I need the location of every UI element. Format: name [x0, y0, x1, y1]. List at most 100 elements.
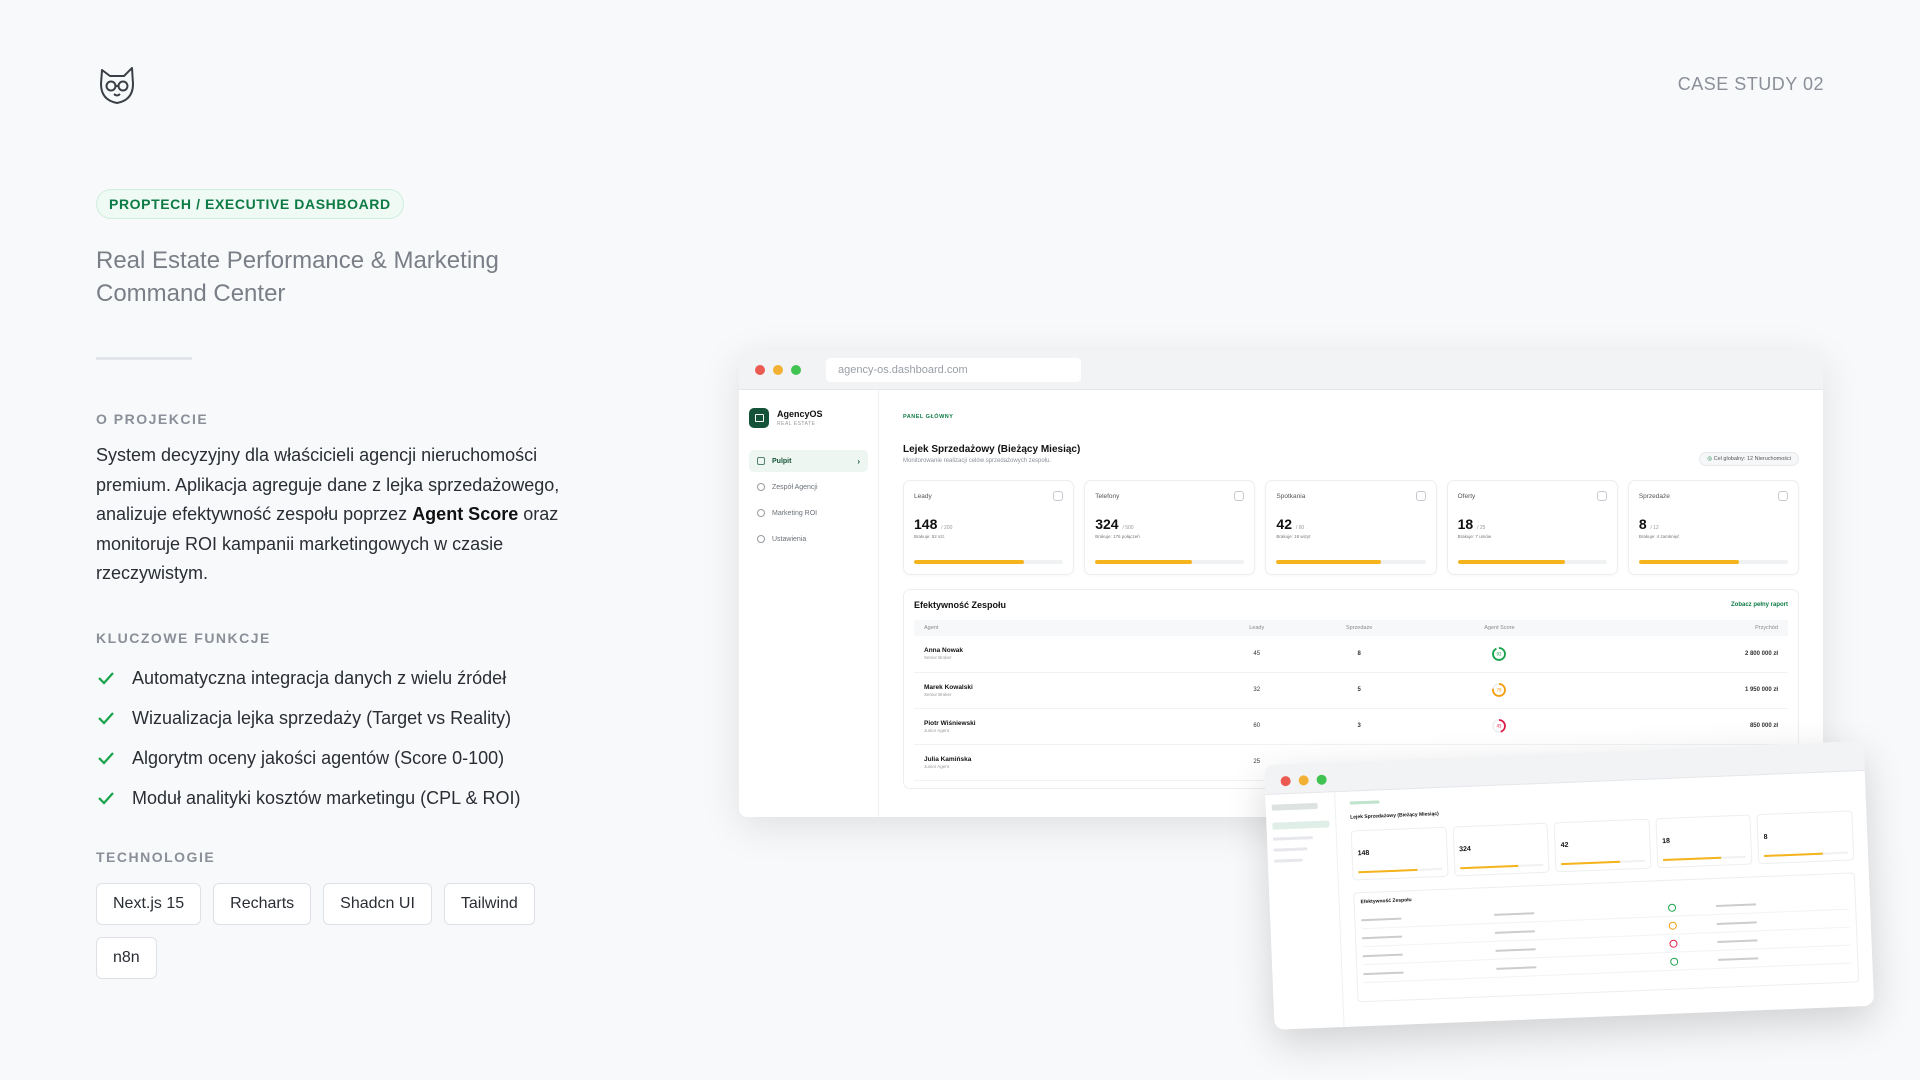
close-dot-icon: [755, 365, 765, 375]
dog-logo-icon: [100, 67, 134, 104]
table-header: Przychód: [1574, 620, 1788, 636]
mini-card: 324: [1452, 822, 1550, 877]
sidebar-item-team: Zespół Agencji: [749, 476, 868, 498]
agent-name: Julia Kamińska: [924, 755, 972, 763]
about-text: System decyzyjny dla właścicieli agencji…: [96, 445, 560, 583]
kpi-value: 42 / 60: [1276, 516, 1305, 532]
table-header: Sprzedaże: [1293, 620, 1425, 636]
full-report-link: Zobacz pełny raport: [1730, 602, 1788, 608]
agent-score-ring: 78: [1492, 683, 1507, 697]
svg-text:92: 92: [1497, 651, 1503, 656]
kpi-progress: [914, 557, 1064, 564]
feature-item: Wizualizacja lejka sprzedaży (Target vs …: [96, 698, 520, 738]
chart-icon: [757, 509, 765, 517]
kpi-icon: [1415, 491, 1426, 501]
agent-score: 45: [1424, 708, 1575, 745]
case-study-label: CASE STUDY 02: [1677, 74, 1824, 94]
table-header: Agent: [914, 620, 1220, 636]
mini-cards: 148 324 42 18 8: [1350, 810, 1855, 881]
agent-score-ring: 45: [1492, 719, 1507, 733]
mini-sidebar: [1265, 792, 1345, 1030]
url-bar: agency-os.dashboard.com: [826, 358, 1081, 382]
divider: [96, 357, 192, 360]
features-list: Automatyczna integracja danych z wielu ź…: [96, 658, 520, 818]
minimize-dot-icon: [1298, 775, 1309, 786]
table-row: Marek Kowalski Senior Broker 32 5 78 1 950 00…: [914, 672, 1788, 709]
agent-role: Junior Agent: [924, 763, 950, 769]
kpi-label: Spotkania: [1276, 493, 1306, 500]
tech-tags: Next.js 15 Recharts Shadcn UI Tailwind n…: [96, 883, 566, 979]
maximize-dot-icon: [1316, 774, 1327, 785]
agent-sales: 8: [1293, 636, 1425, 673]
agent-score-ring: 92: [1492, 646, 1507, 661]
feature-item: Automatyczna integracja danych z wielu ź…: [96, 658, 520, 698]
check-icon: [98, 672, 114, 685]
tech-tag: Tailwind: [443, 883, 535, 925]
sidebar-item-settings: Ustawienia: [749, 528, 868, 550]
kpi-note: Brakuje: 4 zamknięć: [1638, 534, 1680, 539]
agent-sales: 3: [1293, 708, 1425, 745]
kpi-value: 324 / 500: [1095, 516, 1134, 532]
kpi-note: Brakuje: 176 połączeń: [1095, 534, 1140, 539]
feature-item: Algorytm oceny jakości agentów (Score 0-…: [96, 738, 520, 778]
tech-tag: Recharts: [213, 883, 312, 925]
kpi-card: Spotkania 42 / 60 Brakuje: 18 wizyt: [1265, 480, 1437, 575]
kpi-icon: [1234, 491, 1245, 501]
browser-chrome: agency-os.dashboard.com: [739, 350, 1823, 390]
mini-card: 148: [1350, 826, 1449, 881]
minimize-dot-icon: [773, 365, 783, 375]
agent-score: 92: [1424, 636, 1575, 673]
close-dot-icon: [1280, 775, 1291, 787]
chevron-right-icon: ›: [857, 456, 860, 466]
kpi-card: Leady 148 / 200 Brakuje: 52 szt.: [903, 480, 1075, 575]
dashboard-mockup: agency-os.dashboard.com AgencyOS REAL ES…: [739, 350, 1823, 817]
kpi-progress: [1638, 557, 1789, 564]
agent-name: Marek Kowalski: [924, 683, 973, 691]
kpi-cards: Leady 148 / 200 Brakuje: 52 szt. Telefony 32…: [903, 480, 1800, 575]
agent-role: Junior Agent: [924, 727, 950, 733]
agent-name: Anna Nowak: [924, 647, 964, 655]
kpi-progress: [1457, 557, 1607, 564]
kpi-label: Telefony: [1095, 493, 1120, 500]
tech-tag: Shadcn UI: [323, 883, 432, 925]
kpi-note: Brakuje: 18 wizyt: [1276, 534, 1311, 539]
agent-leads: 32: [1219, 672, 1294, 709]
kpi-progress: [1276, 557, 1426, 564]
agent-leads: 60: [1219, 708, 1294, 745]
breadcrumb: PANEL GŁÓWNY: [903, 414, 954, 420]
maximize-dot-icon: [791, 365, 801, 375]
check-icon: [98, 712, 114, 725]
gear-icon: [757, 535, 765, 543]
category-pill: PROPTECH / EXECUTIVE DASHBOARD: [96, 189, 404, 219]
agent-sales: 5: [1293, 672, 1425, 709]
kpi-label: Oferty: [1457, 493, 1476, 500]
kpi-label: Sprzedaże: [1638, 493, 1670, 500]
dashboard-mockup-mini: Lejek Sprzedażowy (Bieżący Miesiąc) 148 …: [1264, 740, 1875, 1030]
sidebar-item-marketing: Marketing ROI: [749, 502, 868, 524]
sidebar: AgencyOS REAL ESTATE Pulpit › Zespół Agen…: [739, 390, 879, 817]
agent-revenue: 850 000 zł: [1574, 708, 1788, 745]
check-icon: [98, 792, 114, 805]
kpi-icon: [1596, 491, 1607, 501]
mini-main: Lejek Sprzedażowy (Bieżący Miesiąc) 148 …: [1335, 771, 1874, 1027]
users-icon: [757, 483, 765, 491]
kpi-icon: [1053, 491, 1064, 501]
goal-badge: ◎ Cel globalny: 12 Nieruchomości: [1699, 452, 1799, 466]
app-brand: AgencyOS REAL ESTATE: [749, 408, 868, 428]
tech-label: TECHNOLOGIE: [96, 849, 216, 865]
agent-score: 78: [1424, 672, 1575, 709]
kpi-icon: [1778, 491, 1789, 501]
mini-team: Efektywność Zespołu: [1353, 872, 1860, 1003]
agent-name: Piotr Wiśniewski: [924, 719, 976, 727]
tech-tag: Next.js 15: [96, 883, 202, 925]
kpi-value: 18 / 25: [1457, 516, 1486, 532]
dashboard-title: Lejek Sprzedażowy (Bieżący Miesiąc): [903, 444, 1081, 455]
agent-leads: 45: [1219, 636, 1294, 673]
team-title: Efektywność Zespołu: [914, 600, 1007, 610]
mini-card: 42: [1553, 818, 1652, 873]
kpi-note: Brakuje: 7 umów: [1457, 534, 1492, 539]
table-row: Piotr Wiśniewski Junior Agent 60 3 45 850 000…: [914, 708, 1788, 745]
kpi-value: 8 / 12: [1638, 516, 1659, 532]
grid-icon: [757, 457, 765, 465]
kpi-note: Brakuje: 52 szt.: [914, 534, 946, 539]
